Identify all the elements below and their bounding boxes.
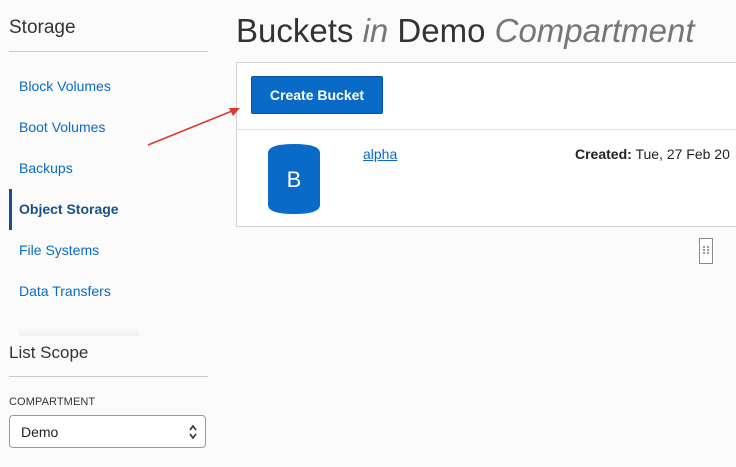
divider <box>9 51 208 52</box>
bucket-icon: B <box>268 144 320 214</box>
sidebar-nav: Block Volumes Boot Volumes Backups Objec… <box>0 66 216 312</box>
sidebar-title: Storage <box>9 17 76 38</box>
list-scope-title: List Scope <box>9 343 89 362</box>
divider <box>9 376 208 377</box>
compartment-select-value: Demo <box>21 424 59 440</box>
sidebar-item-object-storage[interactable]: Object Storage <box>0 189 216 230</box>
created-label: Created: <box>575 146 632 162</box>
compartment-label: COMPARTMENT <box>9 396 96 408</box>
page-title-in: in <box>362 12 389 49</box>
bucket-name-link[interactable]: alpha <box>363 146 397 162</box>
page: Storage Block Volumes Boot Volumes Backu… <box>0 0 736 467</box>
page-title-buckets: Buckets <box>236 12 354 49</box>
pagination-icon[interactable] <box>699 238 713 264</box>
create-bucket-button[interactable]: Create Bucket <box>251 76 383 114</box>
scroll-fade <box>19 326 139 336</box>
sidebar-item-block-volumes[interactable]: Block Volumes <box>0 66 216 107</box>
panel-toolbar: Create Bucket <box>237 63 736 130</box>
bucket-row: B alpha Created: Tue, 27 Feb 20 <box>237 130 736 226</box>
bucket-created: Created: Tue, 27 Feb 20 <box>575 146 730 162</box>
sidebar-item-data-transfers[interactable]: Data Transfers <box>0 271 216 312</box>
chevron-updown-icon <box>189 424 197 440</box>
sidebar-item-backups[interactable]: Backups <box>0 148 216 189</box>
sidebar-item-boot-volumes[interactable]: Boot Volumes <box>0 107 216 148</box>
buckets-panel: Create Bucket B alpha Created: Tue, 27 F… <box>236 62 736 227</box>
bucket-icon-letter: B <box>287 167 302 192</box>
pagination-glyph-icon <box>703 246 709 254</box>
page-title-compartment: Compartment <box>494 12 695 49</box>
page-title: Buckets in Demo Compartment <box>236 12 695 50</box>
created-value: Tue, 27 Feb 20 <box>635 146 730 162</box>
compartment-select[interactable]: Demo <box>9 415 206 448</box>
page-title-compartment-name: Demo <box>397 12 486 49</box>
sidebar: Storage Block Volumes Boot Volumes Backu… <box>0 0 216 467</box>
sidebar-item-file-systems[interactable]: File Systems <box>0 230 216 271</box>
